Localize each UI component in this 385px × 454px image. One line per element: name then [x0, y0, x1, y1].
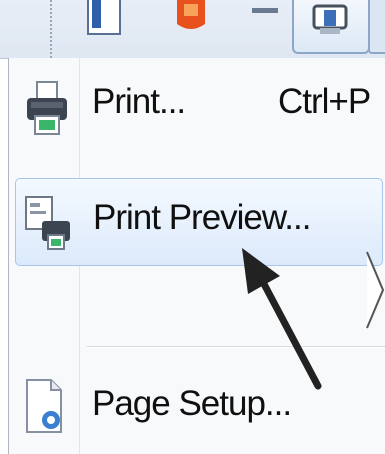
- print-icon: [312, 4, 348, 34]
- office-icon[interactable]: [175, 0, 207, 36]
- menu-item-print[interactable]: Print... Ctrl+P: [9, 62, 385, 148]
- toolbar-separator: [50, 0, 52, 58]
- printer-icon: [27, 81, 67, 135]
- toolbar: [0, 0, 385, 59]
- print-toolbar-button[interactable]: [292, 0, 370, 54]
- page-icon[interactable]: [84, 0, 124, 40]
- menu-item-label: Print...: [92, 82, 186, 121]
- toolbar-dropdown-button[interactable]: [368, 0, 385, 54]
- print-preview-icon: [25, 196, 70, 250]
- dash-icon[interactable]: [250, 0, 280, 30]
- submenu-arrow-icon: [366, 251, 385, 329]
- menu-item-shortcut: Ctrl+P: [278, 82, 371, 121]
- page-setup-icon: [26, 379, 62, 433]
- pointer-arrow-icon: [242, 248, 322, 390]
- menu-item-label: Print Preview...: [93, 198, 311, 237]
